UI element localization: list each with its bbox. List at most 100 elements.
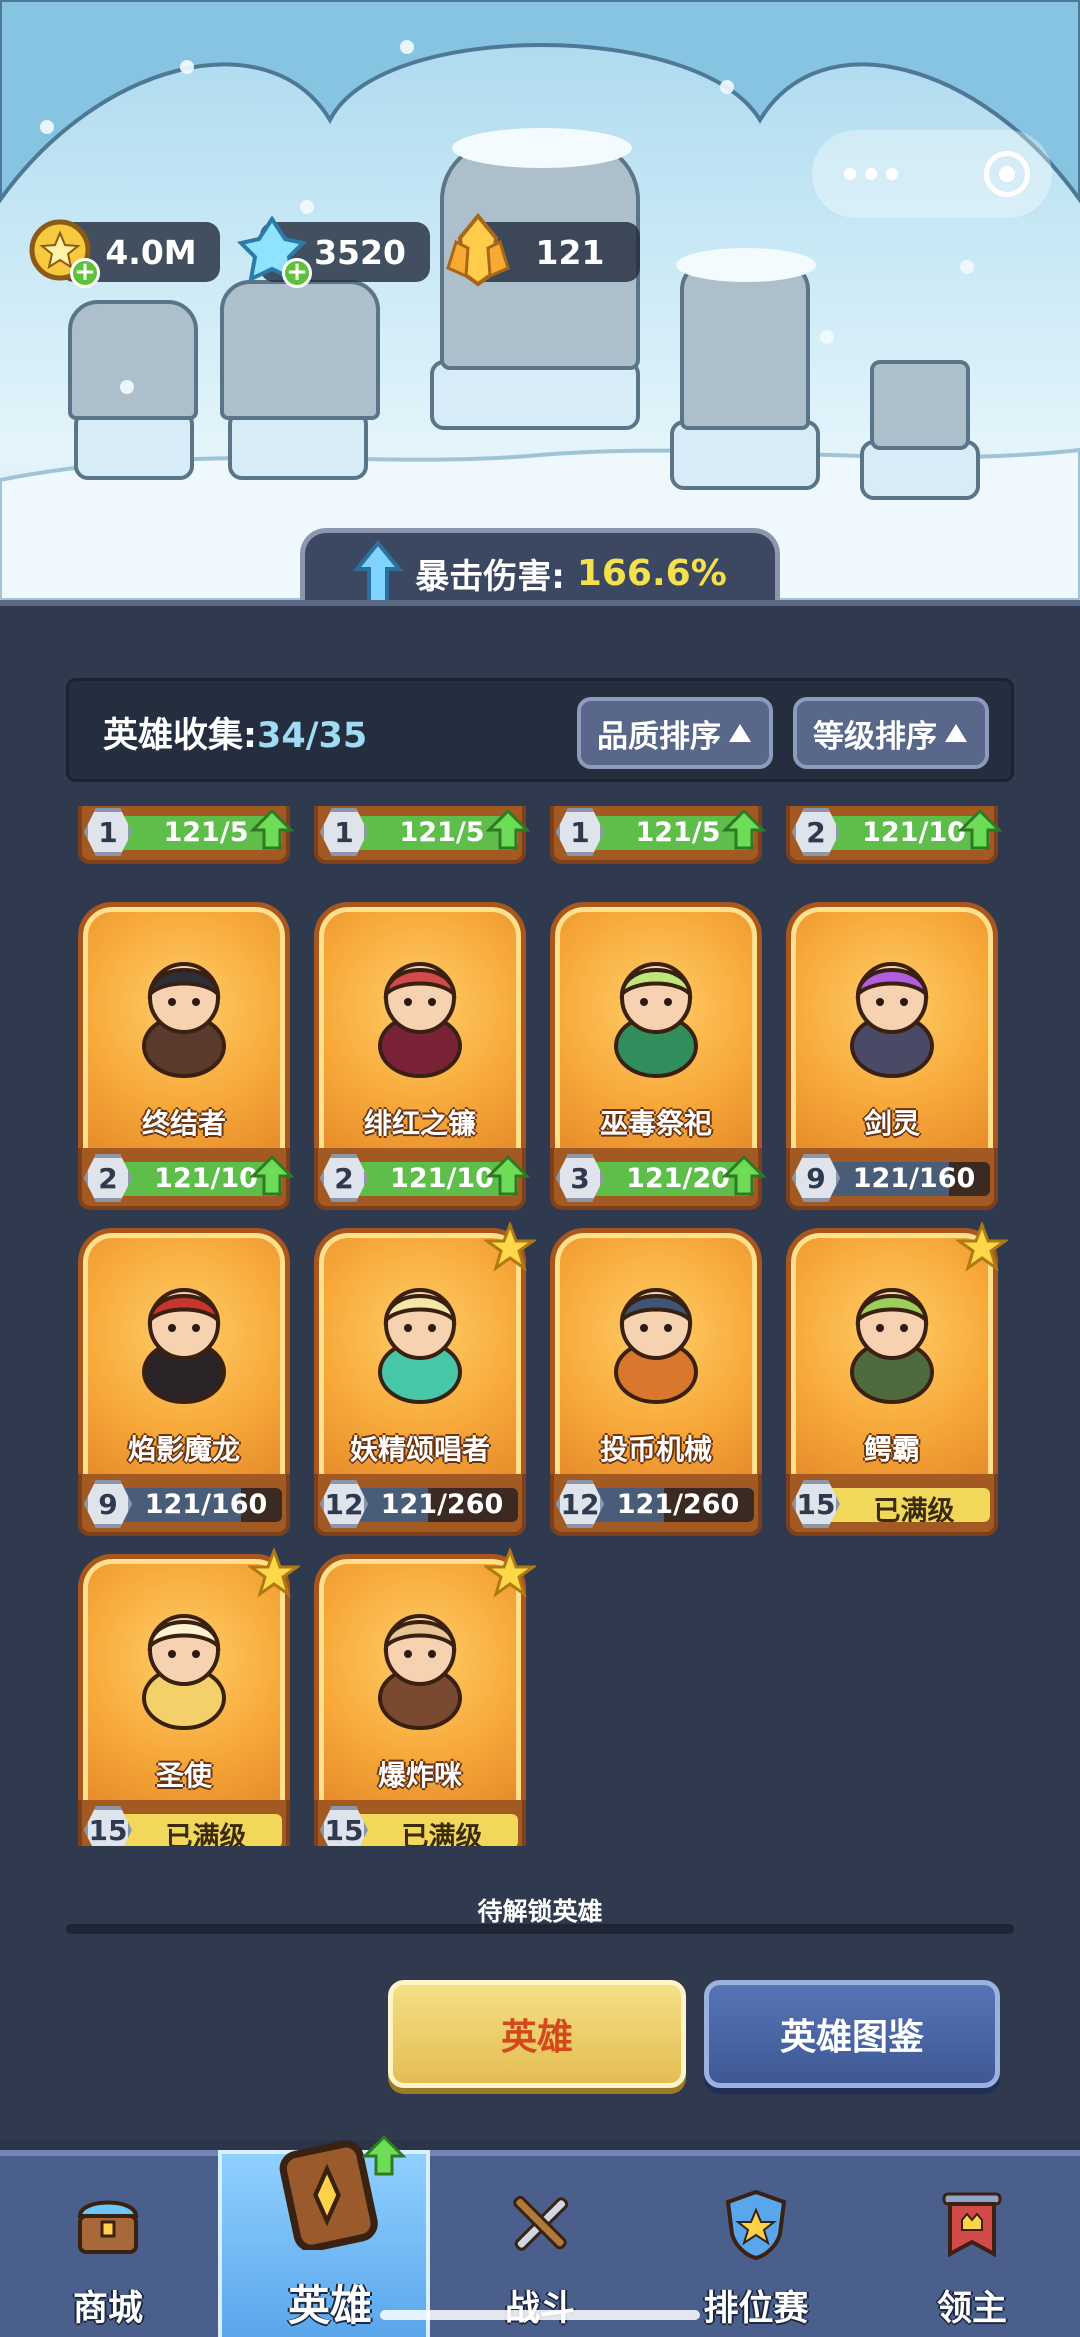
hero-name: 绯红之镰 bbox=[363, 1107, 476, 1140]
rank-shield-icon bbox=[718, 2186, 794, 2262]
crit-up-arrow-icon bbox=[353, 539, 404, 600]
nav-item-shop-chest[interactable]: 商城 bbox=[0, 2156, 216, 2337]
statue-pedestal bbox=[74, 410, 194, 480]
statue-pedestal bbox=[228, 410, 368, 480]
upgrade-arrow-icon[interactable] bbox=[722, 1154, 766, 1198]
hero-card[interactable]: 绯红之镰 121/10 2 bbox=[314, 902, 530, 1210]
hero-card[interactable]: 终结者 121/10 2 bbox=[78, 902, 294, 1210]
crystal-value: 3520 bbox=[314, 232, 406, 272]
hero-card[interactable]: 剑灵 121/160 9 bbox=[786, 902, 998, 1210]
hero-collection-bar: 英雄收集:34/35 品质排序 等级排序 bbox=[66, 678, 1014, 782]
add-gold-icon[interactable]: + bbox=[70, 258, 100, 288]
crit-value: 166.6% bbox=[576, 553, 727, 594]
blue-crystal-icon[interactable]: + bbox=[234, 212, 312, 288]
slot-machine-hero-icon bbox=[596, 1268, 716, 1408]
upgrade-arrow-icon[interactable] bbox=[250, 808, 294, 852]
hero-name: 巫毒祭祀 bbox=[599, 1107, 712, 1140]
hero-shard-progress: 已满级 bbox=[352, 1814, 518, 1846]
hero-grid[interactable]: 121/5 1 121/5 1 121/5 1 121/10 2 终结者 121/10 2 绯红之镰 1… bbox=[60, 806, 1020, 1846]
upgrade-arrow-icon[interactable] bbox=[958, 808, 1002, 852]
hero-card[interactable]: 鳄霸 已满级 15 bbox=[786, 1222, 1008, 1536]
hero-card[interactable]: 121/5 1 bbox=[550, 806, 766, 864]
hero-card[interactable]: 巫毒祭祀 121/20 3 bbox=[550, 902, 766, 1210]
hero-codex-button[interactable]: 英雄图鉴 bbox=[704, 1980, 1000, 2088]
hero-name: 鳄霸 bbox=[863, 1433, 920, 1466]
mini-program-capsule[interactable] bbox=[812, 130, 1052, 218]
shadow-dragon-hero-icon bbox=[124, 1268, 244, 1408]
level-sort-button[interactable]: 等级排序 bbox=[793, 697, 989, 769]
more-options-icon[interactable] bbox=[844, 168, 898, 180]
upgrade-arrow-icon[interactable] bbox=[250, 1154, 294, 1198]
gold-value: 4.0M bbox=[105, 232, 197, 272]
crossed-weapons-icon bbox=[502, 2186, 578, 2262]
hero-name: 爆炸咪 bbox=[377, 1759, 462, 1792]
upgrade-arrow-icon[interactable] bbox=[362, 2134, 406, 2178]
triangle-up-icon bbox=[945, 724, 967, 742]
voodoo-priest-hero-icon bbox=[596, 942, 716, 1082]
star-icon bbox=[484, 1222, 536, 1272]
collection-title: 英雄收集:34/35 bbox=[103, 716, 368, 756]
gold-gem-icon bbox=[440, 212, 516, 288]
hero-progress-text: 已满级 bbox=[165, 1822, 247, 1846]
upgrade-arrow-icon[interactable] bbox=[722, 808, 766, 852]
nav-label: 战斗 bbox=[504, 2289, 575, 2329]
hero-name: 剑灵 bbox=[863, 1107, 920, 1140]
hero-name: 投币机械 bbox=[599, 1433, 712, 1466]
hero-card[interactable]: 121/5 1 bbox=[314, 806, 530, 864]
snow-cap bbox=[676, 248, 816, 282]
boom-cat-hero-icon bbox=[360, 1594, 480, 1734]
upgrade-arrow-icon[interactable] bbox=[486, 1154, 530, 1198]
quality-sort-button[interactable]: 品质排序 bbox=[577, 697, 773, 769]
add-crystal-icon[interactable]: + bbox=[282, 258, 312, 288]
hero-card[interactable]: 焰影魔龙 121/160 9 bbox=[78, 1228, 290, 1536]
ice-statue-scene: 4.0M + 3520 + 121 暴击伤害: 166.6% bbox=[0, 0, 1080, 600]
snow-cap bbox=[452, 128, 632, 168]
hero-name: 焰影魔龙 bbox=[127, 1433, 240, 1466]
croc-boss-hero-icon bbox=[832, 1268, 952, 1408]
close-target-icon[interactable] bbox=[984, 151, 1030, 197]
hero-card[interactable]: 妖精颂唱者 121/260 12 bbox=[314, 1222, 536, 1536]
hero-shard-progress: 已满级 bbox=[824, 1488, 990, 1522]
crit-label: 暴击伤害: bbox=[415, 557, 565, 597]
hero-panel: 英雄收集:34/35 品质排序 等级排序 121/5 1 121/5 1 121/5 1 1… bbox=[0, 600, 1080, 2140]
hero-progress-text: 已满级 bbox=[873, 1496, 955, 1522]
nav-label: 排位赛 bbox=[703, 2289, 809, 2329]
hero-shard-progress: 121/260 bbox=[352, 1488, 518, 1522]
statue-pedestal bbox=[670, 420, 820, 490]
nav-label: 英雄 bbox=[287, 2281, 372, 2330]
locked-heroes-title: 待解锁英雄 bbox=[477, 1897, 603, 1926]
nav-item-hero-card[interactable]: 英雄 bbox=[218, 2134, 430, 2337]
upgrade-arrow-icon[interactable] bbox=[486, 808, 530, 852]
star-icon bbox=[956, 1222, 1008, 1272]
nav-item-lord-banner[interactable]: 领主 bbox=[864, 2156, 1080, 2337]
star-icon bbox=[248, 1548, 300, 1598]
hero-card[interactable]: 121/10 2 bbox=[786, 806, 1002, 864]
hero-card[interactable]: 圣使 已满级 15 bbox=[78, 1548, 300, 1846]
hero-progress-text: 121/160 bbox=[852, 1163, 976, 1194]
statue bbox=[220, 280, 380, 420]
sword-spirit-hero-icon bbox=[832, 942, 952, 1082]
heroes-tab-button[interactable]: 英雄 bbox=[388, 1980, 686, 2088]
hero-card[interactable]: 121/5 1 bbox=[78, 806, 294, 864]
statue bbox=[680, 260, 810, 430]
triangle-up-icon bbox=[729, 724, 751, 742]
bottom-navigation: 商城 英雄 战斗 排位赛 领主 bbox=[0, 2134, 1080, 2337]
statue bbox=[68, 300, 198, 420]
hero-progress-text: 121/160 bbox=[144, 1489, 268, 1520]
hero-shard-progress: 已满级 bbox=[116, 1814, 282, 1846]
fairy-singer-hero-icon bbox=[360, 1268, 480, 1408]
gem-value: 121 bbox=[535, 232, 605, 272]
robot-statue bbox=[870, 360, 970, 450]
angel-hero-icon bbox=[124, 1594, 244, 1734]
hero-shard-progress: 121/260 bbox=[588, 1488, 754, 1522]
gold-coin-icon[interactable]: + bbox=[22, 212, 100, 288]
shop-chest-icon bbox=[70, 2186, 146, 2262]
hero-progress-text: 121/260 bbox=[616, 1489, 740, 1520]
crit-damage-banner: 暴击伤害: 166.6% bbox=[300, 528, 780, 600]
hero-shard-progress: 121/160 bbox=[824, 1162, 990, 1196]
hero-card[interactable]: 投币机械 121/260 12 bbox=[550, 1228, 762, 1536]
nav-label: 商城 bbox=[72, 2289, 143, 2329]
section-divider bbox=[66, 1924, 1014, 1934]
hero-progress-text: 121/260 bbox=[380, 1489, 504, 1520]
hero-card[interactable]: 爆炸咪 已满级 15 bbox=[314, 1548, 536, 1846]
